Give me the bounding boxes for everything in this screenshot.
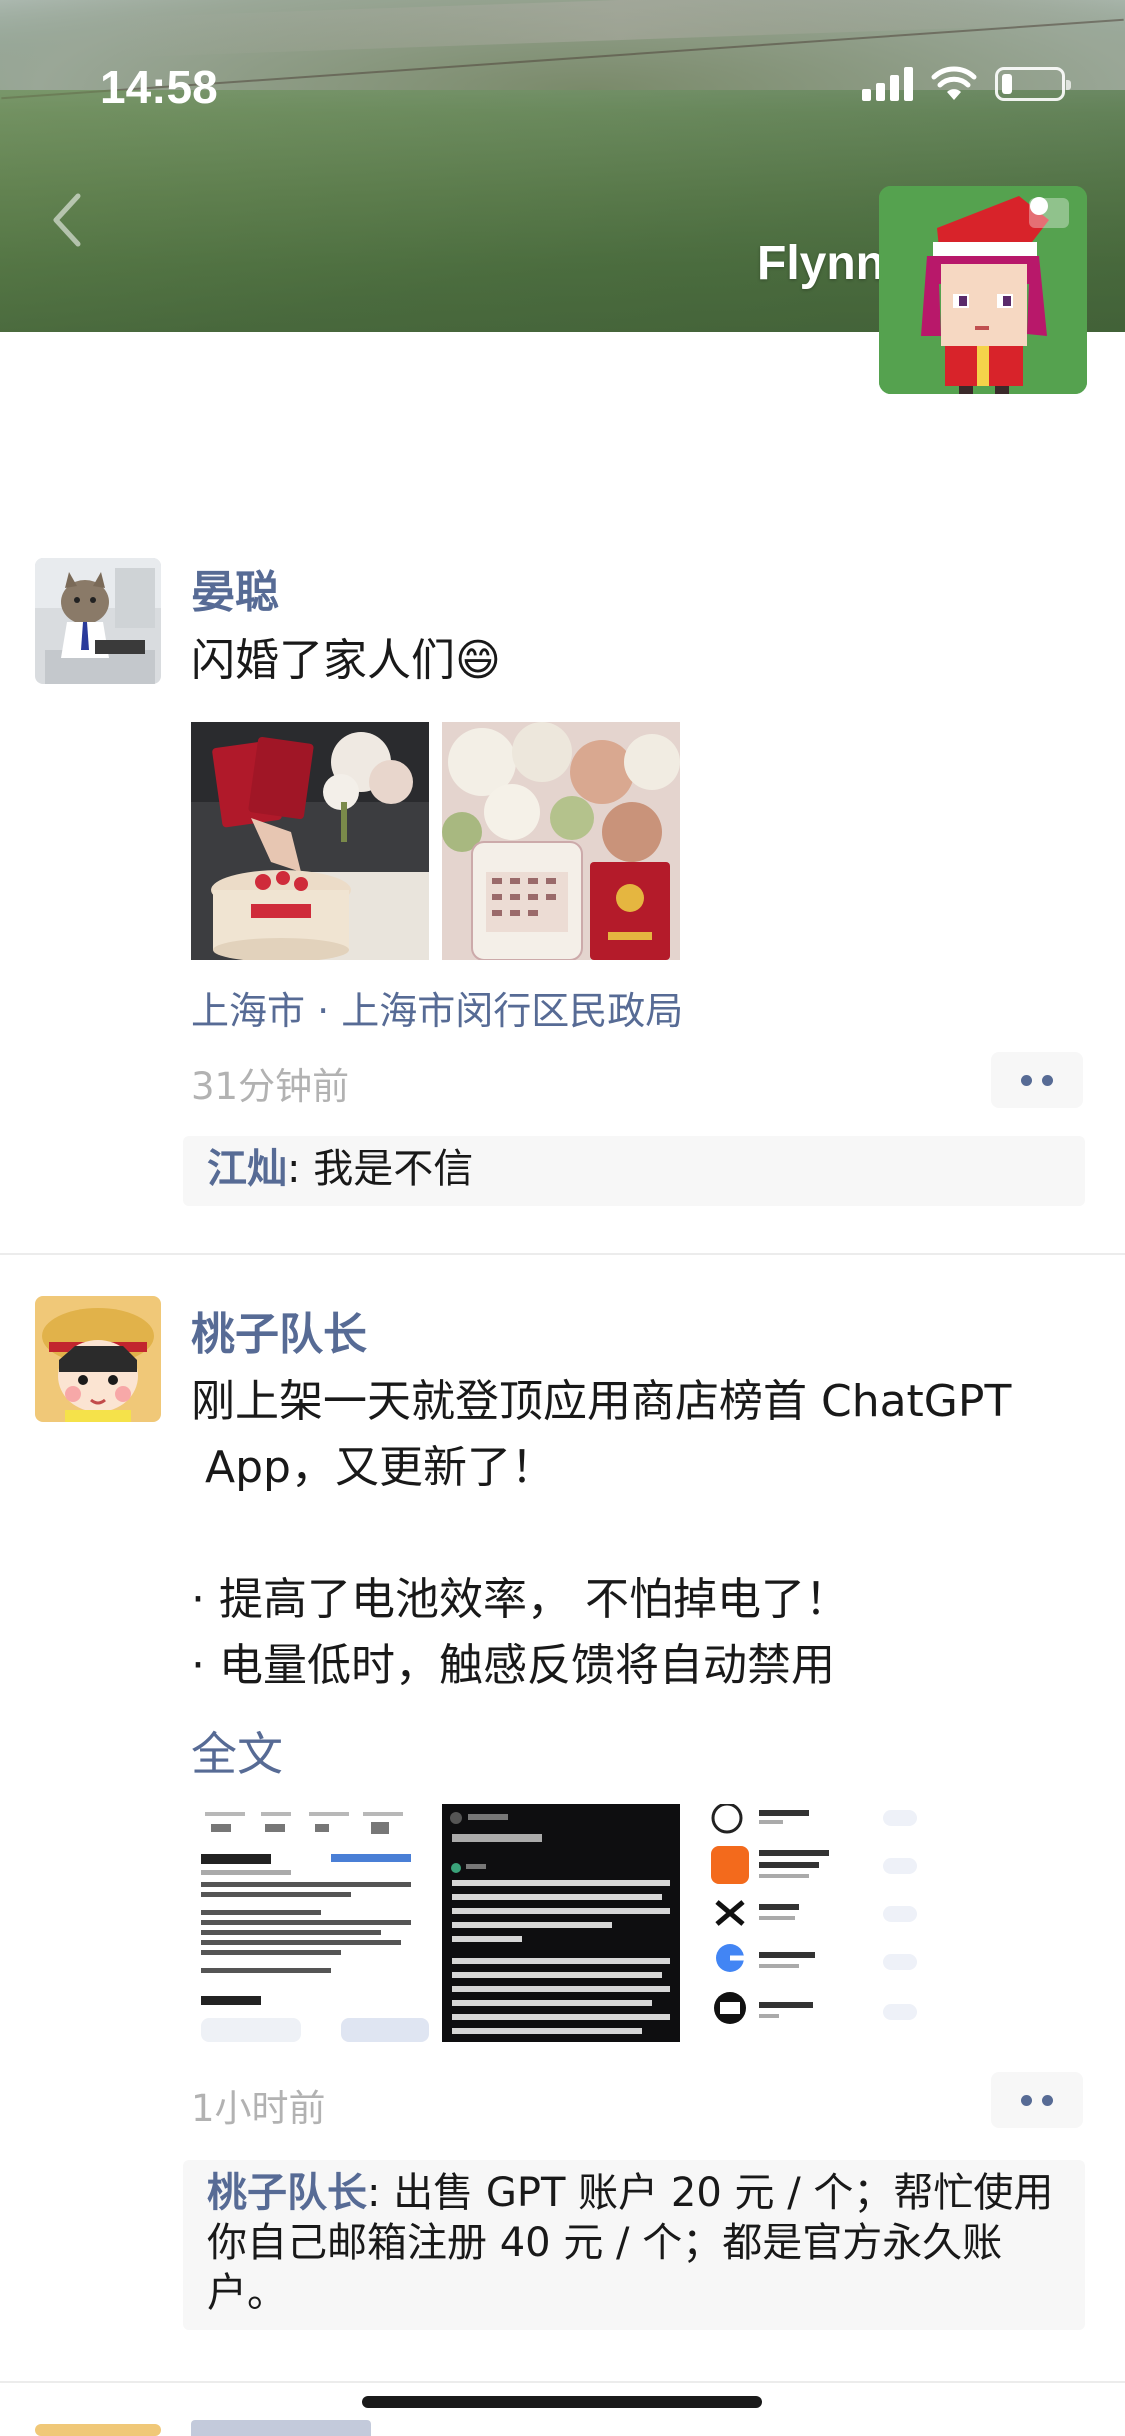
post-avatar[interactable] <box>35 2424 161 2436</box>
post-photo[interactable] <box>191 722 429 960</box>
status-time: 14:58 <box>100 61 218 113</box>
battery-icon <box>995 67 1071 101</box>
post-photo[interactable] <box>442 722 680 960</box>
post-time: 1小时前 <box>191 2087 326 2130</box>
comment-author[interactable]: 江灿 <box>207 1146 287 1192</box>
comment-text: : 我是不信 <box>287 1146 474 1192</box>
divider <box>0 2381 1125 2383</box>
back-chevron-icon[interactable] <box>48 190 88 250</box>
post-photo[interactable] <box>693 1804 931 2042</box>
post-avatar[interactable] <box>35 558 161 684</box>
home-indicator[interactable] <box>362 2396 762 2408</box>
profile-name[interactable]: Flynn <box>757 236 885 291</box>
signal-icon <box>862 67 913 101</box>
post-author[interactable]: 晏聪 <box>191 556 279 620</box>
divider <box>0 1253 1125 1255</box>
more-icon[interactable] <box>991 1052 1083 1108</box>
post-photo[interactable] <box>191 1804 429 2042</box>
profile-avatar[interactable] <box>879 186 1087 394</box>
post-text: 闪婚了家人们😄 <box>191 635 501 686</box>
post-text: 刚上架一天就登顶应用商店榜首 ChatGPT App，又更新了！ · 提高了电池… <box>191 1376 1012 1691</box>
more-icon[interactable] <box>991 2072 1083 2128</box>
post-location[interactable]: 上海市 · 上海市闵行区民政局 <box>191 980 683 1035</box>
comment-list: 桃子队长: 出售 GPT 账户 20 元 / 个；帮忙使用你自己邮箱注册 40 … <box>183 2160 1085 2330</box>
post-photo[interactable] <box>442 1804 680 2042</box>
post-author[interactable] <box>191 2420 371 2436</box>
post-time: 31分钟前 <box>191 1065 350 1108</box>
comment-author[interactable]: 桃子队长 <box>207 2170 367 2216</box>
wifi-icon <box>931 66 977 100</box>
full-text-link[interactable]: 全文 <box>191 1718 283 1784</box>
comment-list: 江灿: 我是不信 <box>183 1136 1085 1206</box>
post-avatar[interactable] <box>35 1296 161 1422</box>
status-icons <box>862 64 1071 104</box>
comment[interactable]: 江灿: 我是不信 <box>207 1144 1061 1194</box>
post-author[interactable]: 桃子队长 <box>191 1298 367 1362</box>
comment[interactable]: 桃子队长: 出售 GPT 账户 20 元 / 个；帮忙使用你自己邮箱注册 40 … <box>207 2168 1061 2318</box>
